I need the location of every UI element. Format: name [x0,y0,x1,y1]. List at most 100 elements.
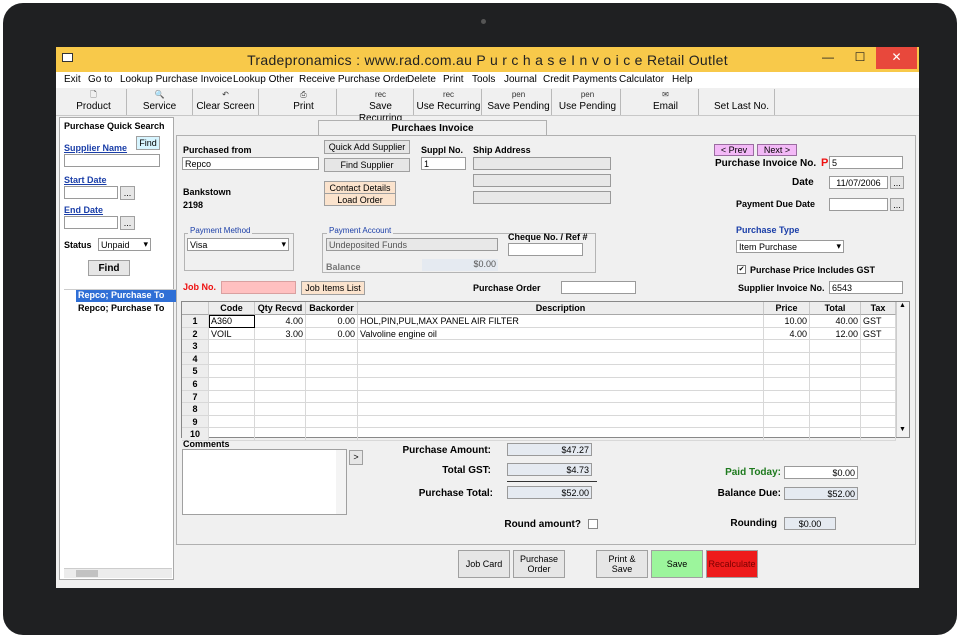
cell-bo[interactable] [306,428,358,441]
cell-bo[interactable]: 0.00 [306,327,358,341]
invoice-no-input[interactable]: 5 [829,156,903,169]
cell-qty[interactable] [255,340,306,353]
cell-total[interactable]: 40.00 [810,315,861,328]
menu-lookup-invoice[interactable]: Lookup Purchase Invoice [120,74,232,85]
result-item[interactable]: Repco; Purchase To [76,290,176,302]
cell-total[interactable] [810,340,861,353]
cell-qty[interactable] [255,390,306,404]
save-pending-button[interactable]: pen Save Pending [486,89,552,115]
suppl-no-input[interactable]: 1 [421,157,466,170]
cell-qty[interactable]: 3.00 [255,327,306,341]
supplier-input[interactable]: Repco [182,157,319,170]
table-row[interactable]: 4 [182,352,896,366]
table-row[interactable]: 1 A360 4.00 0.00 HOL,PIN,PUL,MAX PANEL AIR F… [182,315,896,328]
cell-desc[interactable] [358,403,764,416]
cell-bo[interactable] [306,365,358,378]
print-button[interactable]: ⎙ Print [271,89,337,115]
menu-exit[interactable]: Exit [64,74,81,85]
job-items-list-button[interactable]: Job Items List [301,281,365,295]
table-row[interactable]: 6 [182,378,896,391]
round-amount-checkbox[interactable] [588,519,598,529]
cell-tax[interactable] [861,428,896,441]
job-no-input[interactable] [221,281,296,294]
start-date-input[interactable] [64,186,118,199]
table-row[interactable]: 2 VOIL 3.00 0.00 Valvoline engine oil 4.00 12.… [182,327,896,341]
cell-price[interactable] [764,390,810,404]
maximize-button[interactable]: ☐ [844,47,876,69]
cell-desc[interactable] [358,415,764,429]
cell-price[interactable] [764,378,810,391]
cell-bo[interactable] [306,352,358,366]
cell-desc[interactable] [358,340,764,353]
cell-tax[interactable] [861,415,896,429]
result-item[interactable]: Repco; Purchase To [76,303,176,315]
tab-purchase-invoice[interactable]: Purchaes Invoice [318,120,547,136]
find-button[interactable]: Find [88,260,130,276]
cell-bo[interactable] [306,340,358,353]
purchase-type-select[interactable]: Item Purchase ▾ [736,240,844,253]
cell-bo[interactable] [306,378,358,391]
menu-receive-po[interactable]: Receive Purchase Order [299,74,409,85]
supplier-invoice-input[interactable]: 6543 [829,281,903,294]
cell-price[interactable] [764,428,810,441]
use-recurring-button[interactable]: rec Use Recurring [416,89,482,115]
cell-qty[interactable] [255,378,306,391]
purchase-order-input[interactable] [561,281,636,294]
cell-qty[interactable]: 4.00 [255,315,306,328]
minimize-button[interactable]: — [812,47,844,69]
ship-address-line3[interactable] [473,191,611,204]
purchase-order-button[interactable]: Purchase Order [513,550,565,578]
cell-tax[interactable] [861,390,896,404]
cell-tax[interactable] [861,378,896,391]
quick-add-supplier-button[interactable]: Quick Add Supplier [324,140,410,154]
load-order-button[interactable]: Load Order [324,193,396,206]
date-picker[interactable]: ... [890,176,904,189]
menu-credit-payments[interactable]: Credit Payments [543,74,617,85]
ship-address-line1[interactable] [473,157,611,170]
cell-code[interactable] [209,415,255,429]
service-button[interactable]: 🔍 Service [127,89,193,115]
cell-qty[interactable] [255,428,306,441]
cell-qty[interactable] [255,415,306,429]
cell-code[interactable] [209,352,255,366]
cell-total[interactable] [810,352,861,366]
scroll-up-icon[interactable]: ▲ [899,302,906,309]
paid-today-input[interactable]: $0.00 [784,466,858,479]
cell-tax[interactable]: GST [861,327,896,341]
cell-total[interactable] [810,378,861,391]
menu-print[interactable]: Print [443,74,464,85]
cell-desc[interactable] [358,390,764,404]
table-row[interactable]: 10 [182,428,896,441]
save-button[interactable]: Save [651,550,703,578]
comments-scrollbar[interactable] [336,450,346,514]
cell-total[interactable] [810,365,861,378]
menu-lookup-other[interactable]: Lookup Other [233,74,294,85]
cell-qty[interactable] [255,352,306,366]
cell-bo[interactable] [306,390,358,404]
due-date-input[interactable] [829,198,888,211]
save-recurring-button[interactable]: rec Save Recurring [348,89,414,124]
end-date-picker[interactable]: ... [120,216,135,230]
horizontal-scrollbar[interactable] [64,568,172,578]
cell-desc[interactable] [358,378,764,391]
cell-desc[interactable]: HOL,PIN,PUL,MAX PANEL AIR FILTER [358,315,764,328]
cell-price[interactable] [764,365,810,378]
cell-code[interactable] [209,365,255,378]
ship-address-line2[interactable] [473,174,611,187]
cell-total[interactable] [810,428,861,441]
end-date-input[interactable] [64,216,118,229]
table-row[interactable]: 9 [182,415,896,429]
start-date-picker[interactable]: ... [120,186,135,200]
set-last-no-button[interactable]: Set Last No. [709,89,775,115]
table-row[interactable]: 8 [182,403,896,416]
cell-desc[interactable] [358,365,764,378]
cell-tax[interactable] [861,403,896,416]
vertical-scrollbar[interactable]: ▲ ▼ [896,302,909,437]
incl-gst-checkbox[interactable]: ✔ [737,265,746,274]
find-supplier-button[interactable]: Find Supplier [324,158,410,172]
email-button[interactable]: ✉ Email [633,89,699,115]
use-pending-button[interactable]: pen Use Pending [555,89,621,115]
menu-journal[interactable]: Journal [504,74,537,85]
cell-tax[interactable] [861,340,896,353]
payment-method-select[interactable]: Visa ▾ [187,238,289,251]
